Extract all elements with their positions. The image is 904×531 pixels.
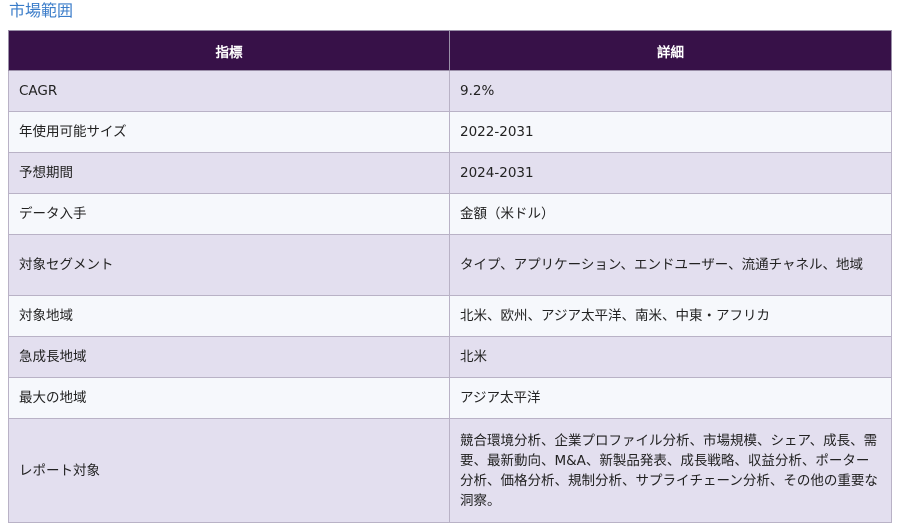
row-detail: 2022-2031 (449, 111, 892, 153)
row-metric: 最大の地域 (8, 377, 450, 419)
row-metric: レポート対象 (8, 418, 450, 523)
table-row: データ入手 金額（米ドル） (8, 193, 892, 235)
table-row: 年使用可能サイズ 2022-2031 (8, 111, 892, 153)
row-detail: 金額（米ドル） (449, 193, 892, 235)
row-detail: タイプ、アプリケーション、エンドユーザー、流通チャネル、地域 (449, 234, 892, 296)
row-metric: 対象セグメント (8, 234, 450, 296)
table-row: 対象地域 北米、欧州、アジア太平洋、南米、中東・アフリカ (8, 295, 892, 337)
table-row: 対象セグメント タイプ、アプリケーション、エンドユーザー、流通チャネル、地域 (8, 234, 892, 296)
header-metric: 指標 (8, 30, 450, 71)
header-detail: 詳細 (449, 30, 892, 71)
table-row: 急成長地域 北米 (8, 336, 892, 378)
row-metric: 対象地域 (8, 295, 450, 337)
row-metric: 予想期間 (8, 152, 450, 194)
row-metric: 急成長地域 (8, 336, 450, 378)
market-scope-section: 市場範囲 指標 詳細 CAGR 9.2% 年使用可能サイズ 2022-2031 … (0, 0, 904, 531)
section-title: 市場範囲 (9, 1, 74, 20)
table-header-row: 指標 詳細 (8, 30, 892, 71)
table-row: 予想期間 2024-2031 (8, 152, 892, 194)
row-metric: データ入手 (8, 193, 450, 235)
table-row: 最大の地域 アジア太平洋 (8, 377, 892, 419)
row-metric: 年使用可能サイズ (8, 111, 450, 153)
row-detail: 北米 (449, 336, 892, 378)
row-metric: CAGR (8, 70, 450, 112)
market-scope-table: 指標 詳細 CAGR 9.2% 年使用可能サイズ 2022-2031 予想期間 … (8, 30, 892, 523)
row-detail: 2024-2031 (449, 152, 892, 194)
table-row: CAGR 9.2% (8, 70, 892, 112)
row-detail: 9.2% (449, 70, 892, 112)
row-detail: アジア太平洋 (449, 377, 892, 419)
table-row: レポート対象 競合環境分析、企業プロファイル分析、市場規模、シェア、成長、需要、… (8, 418, 892, 523)
row-detail: 北米、欧州、アジア太平洋、南米、中東・アフリカ (449, 295, 892, 337)
row-detail: 競合環境分析、企業プロファイル分析、市場規模、シェア、成長、需要、最新動向、M&… (449, 418, 892, 523)
